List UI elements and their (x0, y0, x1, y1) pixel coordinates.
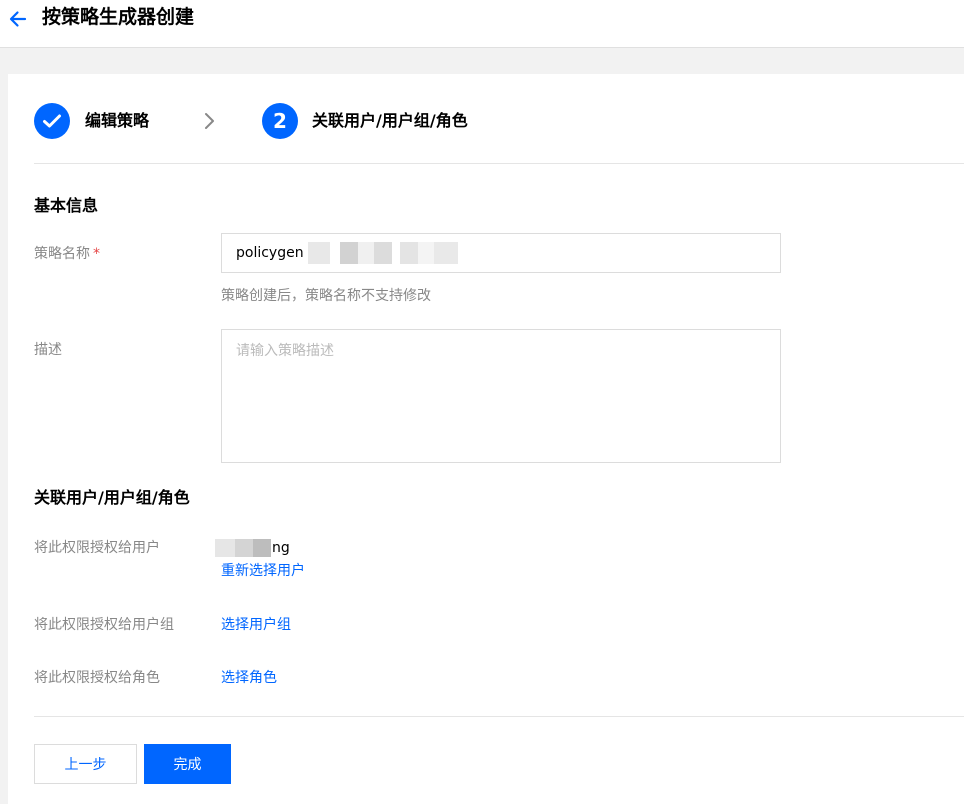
footer-divider (34, 716, 964, 717)
check-icon (43, 114, 61, 128)
steps-divider (34, 163, 964, 164)
policy-name-label-text: 策略名称 (34, 246, 90, 262)
association-title: 关联用户/用户组/角色 (34, 488, 190, 507)
select-group-link[interactable]: 选择用户组 (221, 616, 291, 634)
chevron-right-icon (205, 113, 214, 129)
selected-user: ng (215, 538, 290, 558)
finish-button[interactable]: 完成 (144, 744, 231, 784)
policy-name-label: 策略名称 * (34, 245, 100, 263)
step-2-number: 2 (262, 103, 298, 139)
selected-user-name: ng (272, 540, 290, 556)
previous-step-button[interactable]: 上一步 (34, 744, 137, 784)
page-title: 按策略生成器创建 (42, 6, 195, 28)
description-textarea[interactable] (221, 329, 781, 463)
description-label: 描述 (34, 342, 62, 358)
grant-user-label: 将此权限授权给用户 (34, 540, 160, 556)
step-2-label: 关联用户/用户组/角色 (312, 111, 468, 130)
reselect-user-link[interactable]: 重新选择用户 (221, 562, 305, 580)
grant-group-label: 将此权限授权给用户组 (34, 617, 174, 633)
back-arrow-icon[interactable] (8, 9, 28, 29)
required-mark: * (93, 246, 100, 262)
select-role-link[interactable]: 选择角色 (221, 669, 277, 687)
basic-info-title: 基本信息 (34, 196, 99, 215)
policy-name-input[interactable] (221, 233, 781, 273)
step-1-label: 编辑策略 (85, 111, 150, 130)
top-bar: 按策略生成器创建 (0, 0, 964, 48)
step-1-check-icon (34, 103, 70, 139)
form-card: 编辑策略 2 关联用户/用户组/角色 基本信息 策略名称* 策略创建后，策略名称… (8, 74, 964, 804)
grant-role-label: 将此权限授权给角色 (34, 670, 160, 686)
redacted-user-mask (215, 539, 271, 557)
policy-name-hint: 策略创建后，策略名称不支持修改 (221, 288, 431, 304)
